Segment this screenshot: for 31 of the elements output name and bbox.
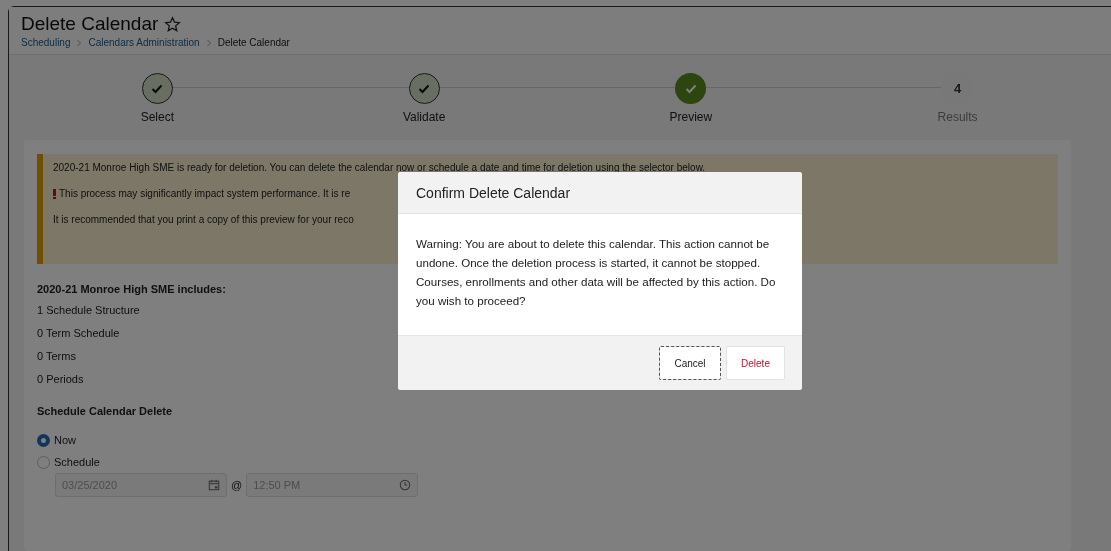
radio-option[interactable]: Schedule xyxy=(37,451,1058,473)
check-icon xyxy=(684,83,697,94)
breadcrumb-link[interactable]: Scheduling xyxy=(21,37,71,48)
radio-option[interactable]: Now xyxy=(37,429,1058,451)
section-heading: Schedule Calendar Delete xyxy=(37,405,174,417)
page-title: Delete Calendar xyxy=(21,13,159,35)
radio-button[interactable] xyxy=(37,455,50,469)
dialog-message: Warning: You are about to delete this calendar. This action cannot be undone. Once the deletion process is started, it cannot be stopped. Courses, enrollments and other data will be affected by this action. Do you wish to proceed? xyxy=(416,236,777,309)
step-label: Validate xyxy=(402,110,446,124)
step-label: Select xyxy=(140,110,175,124)
at-sign: @ xyxy=(231,479,243,491)
delete-button[interactable]: Delete xyxy=(726,346,785,380)
chevron-icon xyxy=(205,38,212,47)
breadcrumb-current: Delete Calendar xyxy=(217,37,290,48)
warning-text: It is recommended that you print a copy of this preview for your reco xyxy=(53,214,354,225)
include-item: 0 Term Schedule xyxy=(37,327,121,339)
breadcrumb-link[interactable]: Calendars Administration xyxy=(88,37,200,48)
include-item: 0 Periods xyxy=(37,373,85,385)
include-item: 0 Terms xyxy=(37,350,77,362)
warning-text: This process may significantly impact system performance. It is re xyxy=(59,188,351,199)
warning-text: 2020-21 Monroe High SME is ready for deletion. You can delete the calendar now or schedule a date and time for deletion using the selector below. xyxy=(53,162,706,173)
include-item: 1 Schedule Structure xyxy=(37,304,141,316)
check-icon xyxy=(151,83,164,94)
radio-button[interactable] xyxy=(37,433,50,447)
cancel-button[interactable]: Cancel xyxy=(659,346,721,380)
chevron-icon xyxy=(76,38,83,47)
step-label: Results xyxy=(937,110,978,124)
check-icon xyxy=(418,83,431,94)
step-label: Preview xyxy=(669,110,713,124)
star-icon[interactable] xyxy=(164,15,182,33)
dialog-title: Confirm Delete Calendar xyxy=(416,184,571,201)
